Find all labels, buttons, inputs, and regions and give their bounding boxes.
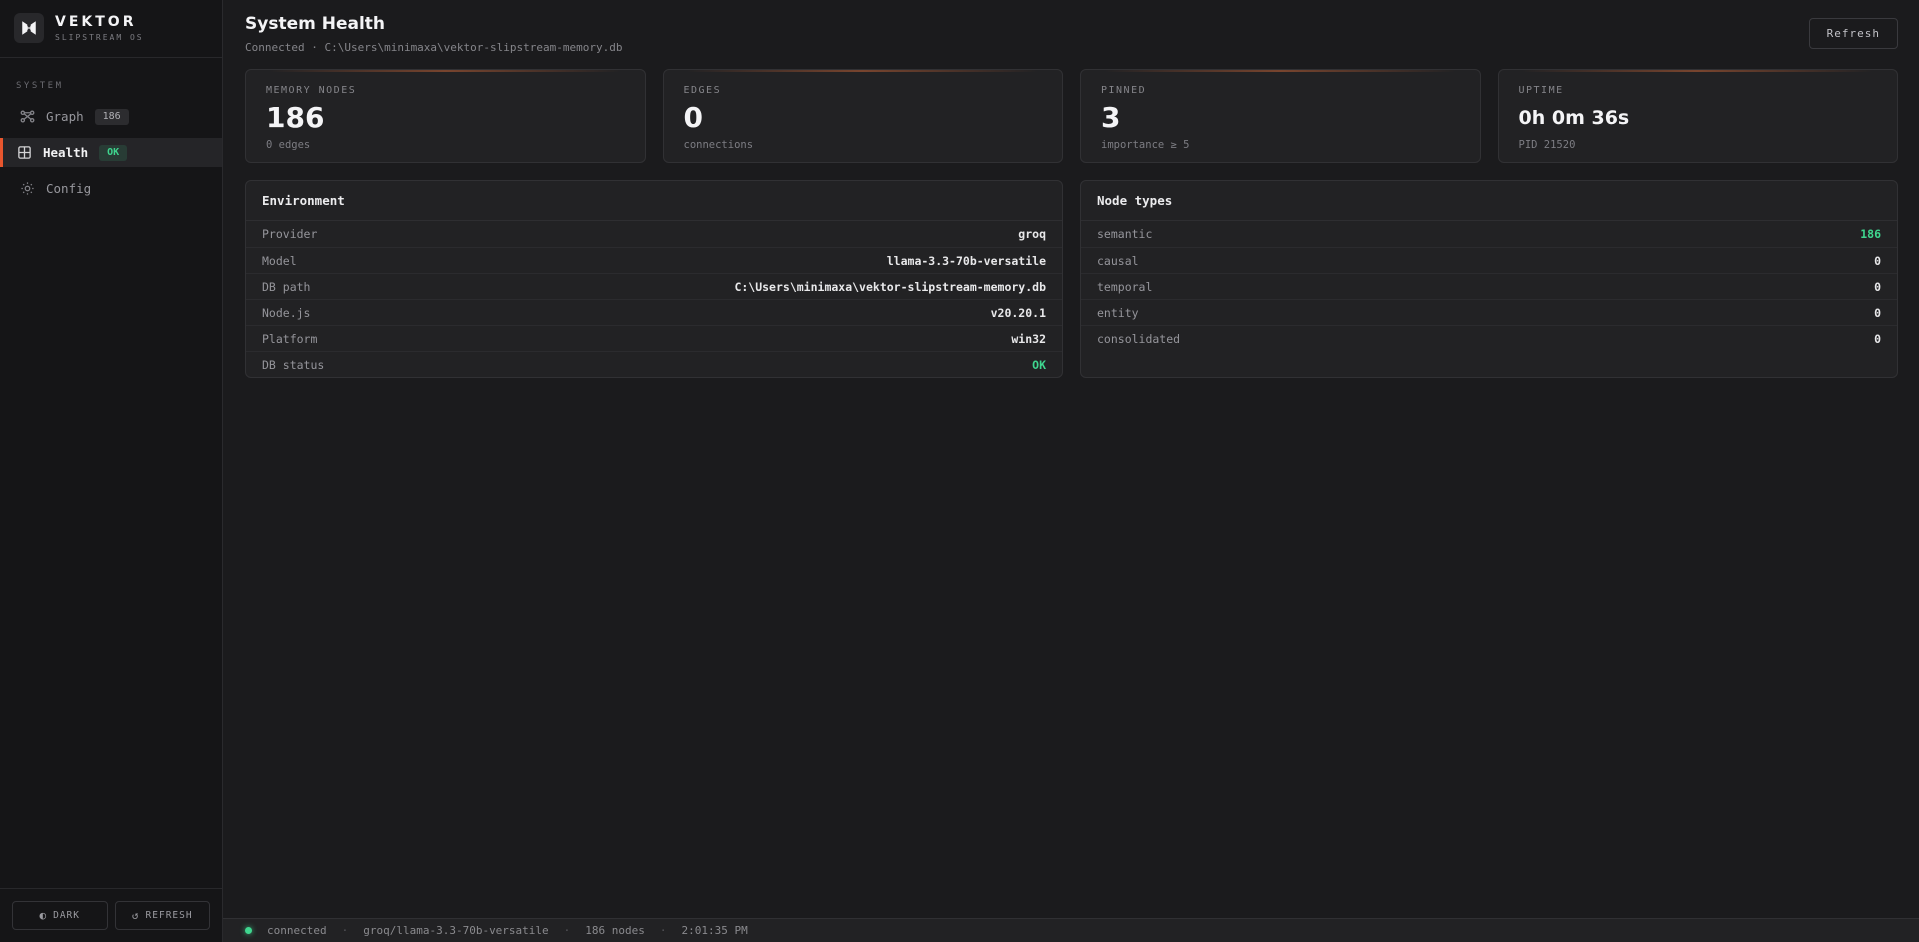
env-value: llama-3.3-70b-versatile: [887, 254, 1046, 268]
sidebar-refresh-label: REFRESH: [146, 910, 193, 921]
node-type-row-entity: entity 0: [1081, 299, 1897, 325]
node-type-value: 186: [1860, 227, 1881, 241]
stat-value: 3: [1101, 103, 1460, 133]
stat-label: PINNED: [1101, 85, 1460, 96]
sidebar-footer: ◐ DARK ↺ REFRESH: [0, 888, 222, 942]
env-value: C:\Users\minimaxa\vektor-slipstream-memo…: [734, 280, 1046, 294]
brand-subtitle: SLIPSTREAM OS: [55, 33, 144, 42]
environment-panel: Environment Provider groq Model llama-3.…: [245, 180, 1063, 378]
main-content: System Health Connected · C:\Users\minim…: [223, 0, 1919, 942]
config-icon: [19, 181, 35, 197]
sidebar-item-health[interactable]: Health OK: [0, 138, 222, 167]
status-model-text: groq/llama-3.3-70b-versatile: [363, 924, 548, 937]
graph-icon: [19, 109, 35, 125]
connection-status-dot: [245, 927, 252, 934]
env-row-db-path: DB path C:\Users\minimaxa\vektor-slipstr…: [246, 273, 1062, 299]
node-type-key: causal: [1097, 254, 1139, 268]
env-row-db-status: DB status OK: [246, 351, 1062, 377]
status-bar: connected · groq/llama-3.3-70b-versatile…: [223, 918, 1919, 942]
sidebar: VEKTOR SLIPSTREAM OS SYSTEM Graph 186 He…: [0, 0, 223, 942]
panels-row: Environment Provider groq Model llama-3.…: [223, 180, 1919, 378]
status-separator: ·: [564, 924, 571, 937]
environment-panel-title: Environment: [246, 181, 1062, 221]
node-type-row-semantic: semantic 186: [1081, 221, 1897, 247]
graph-count-badge: 186: [95, 109, 129, 125]
stat-cards-row: MEMORY NODES 186 0 edges EDGES 0 connect…: [223, 69, 1919, 163]
env-row-model: Model llama-3.3-70b-versatile: [246, 247, 1062, 273]
env-row-provider: Provider groq: [246, 221, 1062, 247]
status-time: 2:01:35 PM: [682, 924, 748, 937]
page-header: System Health Connected · C:\Users\minim…: [223, 0, 1919, 67]
stat-sub: importance ≥ 5: [1101, 139, 1460, 151]
node-type-value: 0: [1874, 280, 1881, 294]
refresh-button[interactable]: Refresh: [1809, 18, 1898, 49]
env-value: v20.20.1: [991, 306, 1046, 320]
stat-card-edges: EDGES 0 connections: [663, 69, 1064, 163]
page-title: System Health: [245, 14, 623, 34]
node-types-panel: Node types semantic 186 causal 0 tempora…: [1080, 180, 1898, 378]
node-type-row-temporal: temporal 0: [1081, 273, 1897, 299]
env-value: groq: [1018, 227, 1046, 241]
stat-label: MEMORY NODES: [266, 85, 625, 96]
brand-name: VEKTOR: [55, 14, 144, 30]
env-row-nodejs: Node.js v20.20.1: [246, 299, 1062, 325]
node-type-row-consolidated: consolidated 0: [1081, 325, 1897, 351]
dark-mode-label: DARK: [53, 910, 80, 921]
stat-sub: 0 edges: [266, 139, 625, 151]
node-type-value: 0: [1874, 306, 1881, 320]
stat-label: UPTIME: [1519, 85, 1878, 96]
stat-sub: PID 21520: [1519, 139, 1878, 151]
status-separator: ·: [342, 924, 349, 937]
node-type-row-causal: causal 0: [1081, 247, 1897, 273]
dark-mode-icon: ◐: [39, 909, 47, 922]
node-types-panel-title: Node types: [1081, 181, 1897, 221]
env-key: Platform: [262, 332, 317, 346]
vektor-logo-icon: [14, 13, 44, 43]
status-separator: ·: [660, 924, 667, 937]
refresh-icon: ↺: [132, 909, 140, 922]
env-key: DB path: [262, 280, 310, 294]
stat-value: 186: [266, 103, 625, 133]
sidebar-item-config[interactable]: Config: [0, 174, 222, 203]
brand-text: VEKTOR SLIPSTREAM OS: [55, 14, 144, 42]
env-value-db-status: OK: [1032, 358, 1046, 372]
health-ok-badge: OK: [99, 145, 127, 161]
sidebar-refresh-button[interactable]: ↺ REFRESH: [115, 901, 211, 930]
stat-label: EDGES: [684, 85, 1043, 96]
sidebar-section-label: SYSTEM: [0, 81, 222, 91]
env-row-platform: Platform win32: [246, 325, 1062, 351]
node-type-value: 0: [1874, 332, 1881, 346]
sidebar-item-graph[interactable]: Graph 186: [0, 102, 222, 131]
env-key: Provider: [262, 227, 317, 241]
env-key: Node.js: [262, 306, 310, 320]
node-type-key: entity: [1097, 306, 1139, 320]
stat-card-pinned: PINNED 3 importance ≥ 5: [1080, 69, 1481, 163]
sidebar-item-label: Config: [46, 181, 91, 196]
stat-value: 0h 0m 36s: [1519, 103, 1878, 133]
node-type-key: semantic: [1097, 227, 1152, 241]
sidebar-item-label: Graph: [46, 109, 84, 124]
connection-status-text: connected: [267, 924, 327, 937]
stat-card-uptime: UPTIME 0h 0m 36s PID 21520: [1498, 69, 1899, 163]
status-node-count: 186 nodes: [585, 924, 645, 937]
stat-sub: connections: [684, 139, 1043, 151]
connection-subtitle: Connected · C:\Users\minimaxa\vektor-sli…: [245, 41, 623, 54]
node-type-value: 0: [1874, 254, 1881, 268]
env-key: Model: [262, 254, 297, 268]
sidebar-item-label: Health: [43, 145, 88, 160]
health-icon: [16, 145, 32, 161]
node-type-key: temporal: [1097, 280, 1152, 294]
node-type-key: consolidated: [1097, 332, 1180, 346]
dark-mode-button[interactable]: ◐ DARK: [12, 901, 108, 930]
logo-block: VEKTOR SLIPSTREAM OS: [0, 0, 222, 58]
stat-card-memory-nodes: MEMORY NODES 186 0 edges: [245, 69, 646, 163]
env-key: DB status: [262, 358, 324, 372]
stat-value: 0: [684, 103, 1043, 133]
env-value: win32: [1011, 332, 1046, 346]
